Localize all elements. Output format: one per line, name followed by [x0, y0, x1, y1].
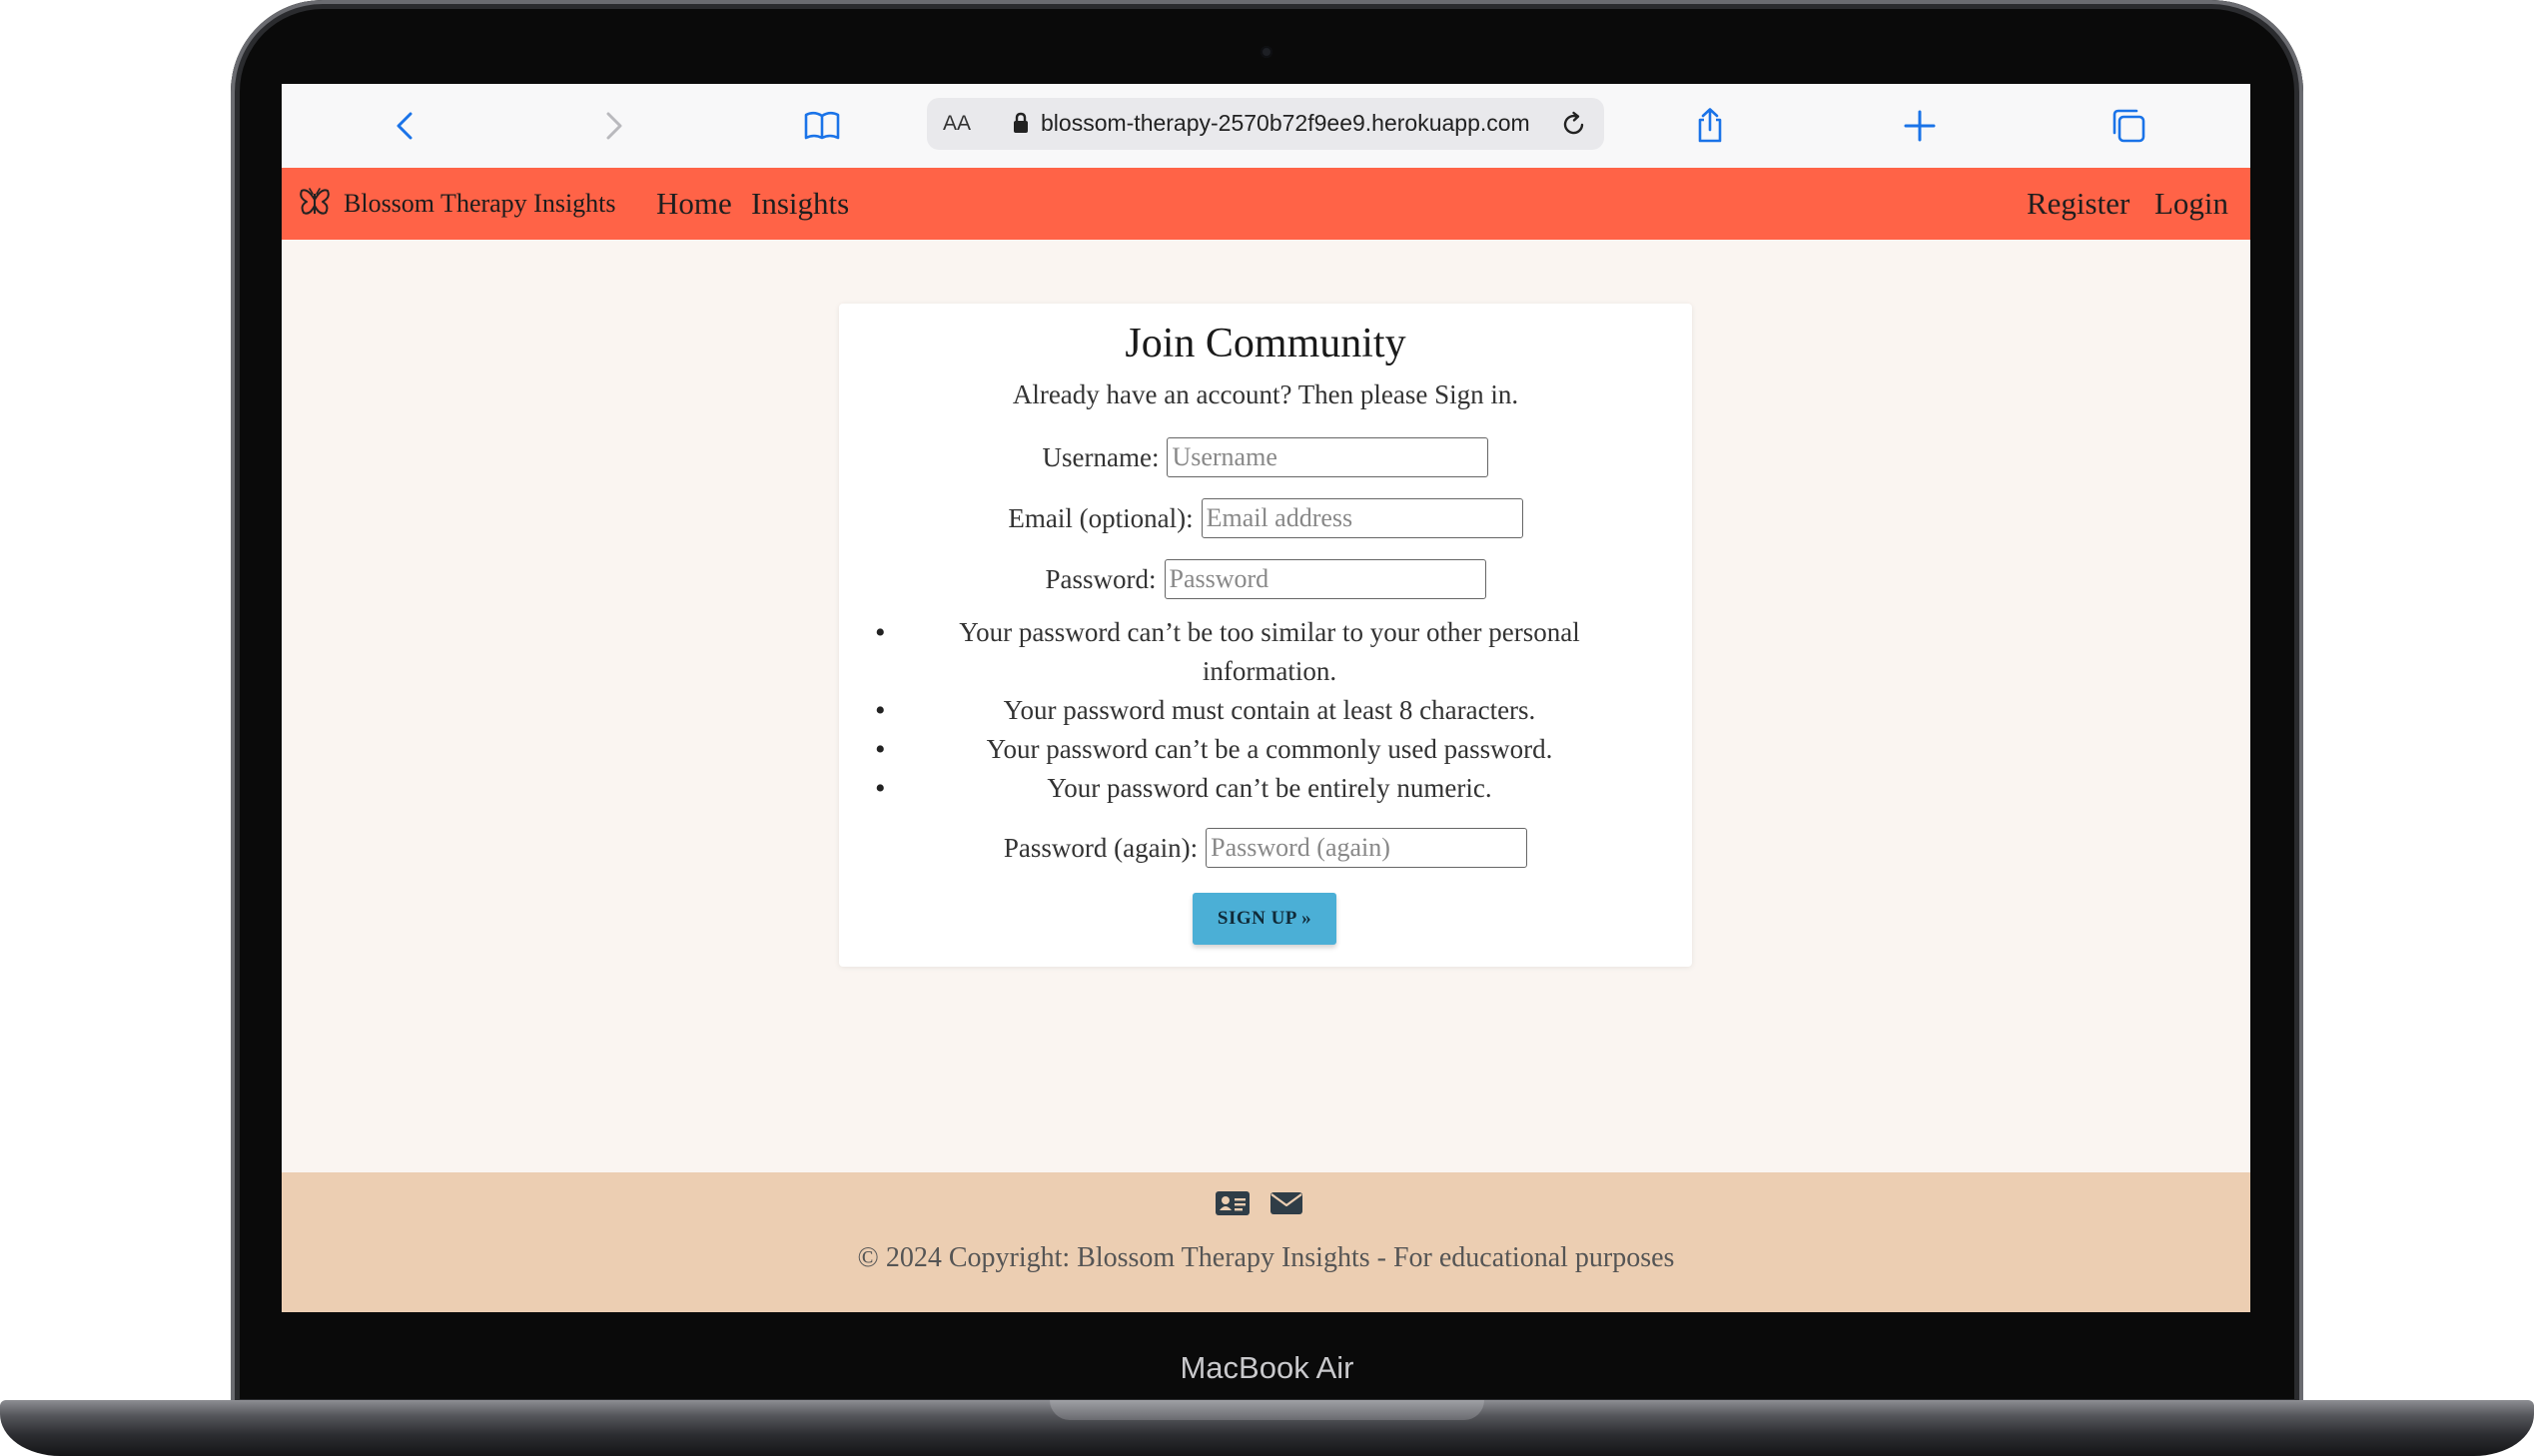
laptop-hinge-notch: [1050, 1400, 1484, 1420]
list-item: • Your password can’t be a commonly used …: [875, 730, 1664, 769]
page-title: Join Community: [1125, 321, 1406, 366]
password-again-label: Password (again):: [1003, 832, 1199, 863]
bookmarks-icon[interactable]: [802, 106, 842, 146]
device-label: MacBook Air: [1180, 1350, 1354, 1385]
browser-screen: AA blossom-therapy-2570b72f9ee9.herokuap…: [282, 84, 2250, 1312]
brand-name[interactable]: Blossom Therapy Insights: [344, 189, 616, 219]
list-item: • Your password can’t be too similar to y…: [875, 613, 1664, 691]
rule-text: Your password can’t be too similar to yo…: [959, 617, 1580, 686]
email-label: Email (optional):: [1008, 502, 1194, 533]
password-again-input[interactable]: [1206, 828, 1528, 868]
password-rules-list: • Your password can’t be too similar to y…: [875, 613, 1664, 808]
address-bar[interactable]: AA blossom-therapy-2570b72f9ee9.herokuap…: [927, 98, 1604, 150]
bullet: •: [875, 772, 886, 805]
browser-toolbar: AA blossom-therapy-2570b72f9ee9.herokuap…: [282, 84, 2250, 169]
password-row: Password:: [839, 556, 1692, 602]
camera-icon: [1261, 46, 1272, 58]
rule-text: Your password must contain at least 8 ch…: [1003, 695, 1536, 725]
bullet: •: [875, 733, 886, 766]
password-input[interactable]: [1164, 559, 1486, 599]
sign-up-button[interactable]: SIGN UP »: [1193, 893, 1336, 945]
lock-icon: [1014, 112, 1028, 133]
list-item: • Your password must contain at least 8 c…: [875, 691, 1664, 730]
username-input[interactable]: [1167, 437, 1489, 477]
username-label: Username:: [1042, 441, 1160, 472]
tabs-icon[interactable]: [2109, 106, 2148, 146]
rule-text: Your password can’t be entirely numeric.: [1047, 773, 1492, 803]
site-navbar: Blossom Therapy Insights Home Insights R…: [282, 168, 2250, 240]
site-footer: © 2024 Copyright: Blossom Therapy Insigh…: [282, 1172, 2250, 1312]
email-row: Email (optional):: [839, 495, 1692, 541]
nav-link-insights[interactable]: Insights: [751, 186, 849, 222]
new-tab-icon[interactable]: [1900, 106, 1940, 146]
password-again-row: Password (again):: [839, 825, 1692, 871]
share-icon[interactable]: [1690, 106, 1730, 146]
envelope-icon[interactable]: [1268, 1188, 1304, 1218]
signin-prompt: Already have an account? Then please Sig…: [1012, 379, 1519, 409]
text-size-button[interactable]: AA: [943, 112, 971, 136]
contact-card-icon[interactable]: [1215, 1188, 1251, 1218]
url-text[interactable]: blossom-therapy-2570b72f9ee9.herokuapp.c…: [1041, 110, 1530, 137]
password-label: Password:: [1045, 563, 1157, 594]
list-item: • Your password can’t be entirely numeric…: [875, 769, 1664, 808]
nav-link-register[interactable]: Register: [2027, 186, 2129, 222]
reload-icon[interactable]: [1558, 108, 1590, 140]
butterfly-icon: [300, 188, 330, 215]
bullet: •: [875, 616, 886, 649]
email-input[interactable]: [1201, 498, 1523, 538]
copyright-text: © 2024 Copyright: Blossom Therapy Insigh…: [857, 1242, 1675, 1273]
back-icon[interactable]: [386, 106, 425, 146]
forward-icon[interactable]: [593, 106, 633, 146]
rule-text: Your password can’t be a commonly used p…: [986, 734, 1553, 764]
bullet: •: [875, 694, 886, 727]
nav-link-login[interactable]: Login: [2154, 186, 2228, 222]
signup-card: Join Community Already have an account? …: [839, 304, 1692, 967]
nav-link-home[interactable]: Home: [656, 186, 732, 222]
username-row: Username:: [839, 434, 1692, 480]
